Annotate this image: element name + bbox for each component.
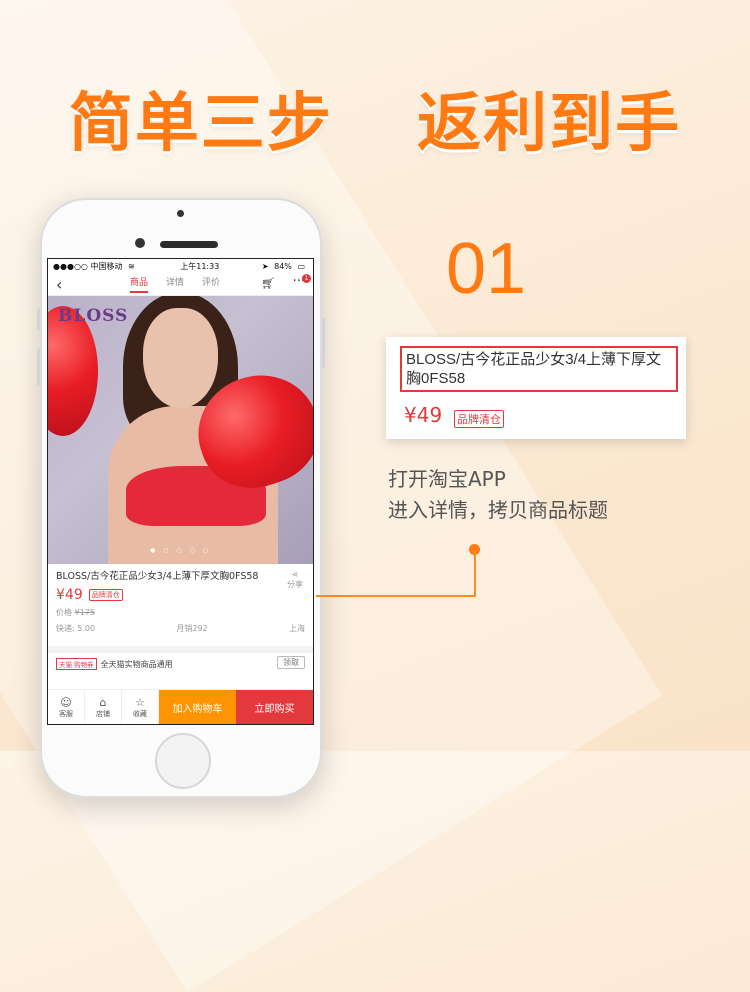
headline-right: 返利到手 xyxy=(417,87,682,161)
tab-reviews[interactable]: 评价 xyxy=(202,275,220,293)
notification-badge: 1 xyxy=(302,274,311,283)
card-clearance-tag: 品牌清仓 xyxy=(454,410,504,428)
model-face xyxy=(143,308,218,408)
product-title[interactable]: BLOSS/古今花正品少女3/4上薄下厚文胸0FS58 xyxy=(56,570,266,583)
store-label: 店铺 xyxy=(96,709,110,718)
back-chevron-icon[interactable]: ‹ xyxy=(56,275,62,294)
carrier-label: ●●●○○ 中国移动 xyxy=(53,261,123,271)
battery-icon: ▭ xyxy=(297,261,305,271)
ship-location: 上海 xyxy=(289,624,305,633)
phone-mockup: ●●●○○ 中国移动 ≋ 上午11:33 ➤ 84% ▭ ‹ 商品 详情 评价 … xyxy=(37,198,325,798)
price-row: ¥49 品牌清仓 xyxy=(56,587,305,603)
volume-up-button xyxy=(37,348,40,386)
monthly-sales: 月销292 xyxy=(176,624,208,633)
favorite-button[interactable]: ☆ 收藏 xyxy=(122,690,159,724)
store-button[interactable]: ⌂ 店铺 xyxy=(85,690,122,724)
image-pager-dots: ● ○ ○ ○ ○ xyxy=(150,547,211,554)
share-button[interactable]: ⋖ 分享 xyxy=(287,570,303,590)
coupon-text: 全天猫实物商品通用 xyxy=(100,659,173,669)
product-info: BLOSS/古今花正品少女3/4上薄下厚文胸0FS58 ⋖ 分享 ¥49 品牌清… xyxy=(48,564,313,640)
section-divider xyxy=(48,646,313,653)
star-icon: ☆ xyxy=(135,695,145,709)
product-navbar: ‹ 商品 详情 评价 🛒︎ ··· 1 xyxy=(48,273,313,296)
product-title-card: BLOSS/古今花正品少女3/4上薄下厚文胸0FS58 ¥49 品牌清仓 xyxy=(386,337,686,439)
chat-icon: ☺ xyxy=(60,695,72,709)
store-icon: ⌂ xyxy=(99,695,107,709)
share-label: 分享 xyxy=(287,580,303,589)
phone-screen: ●●●○○ 中国移动 ≋ 上午11:33 ➤ 84% ▭ ‹ 商品 详情 评价 … xyxy=(47,258,314,725)
connector-line-horizontal xyxy=(316,595,476,597)
original-price: ¥175 xyxy=(74,608,95,617)
original-price-label: 价格 xyxy=(56,608,72,617)
battery-label: 84% xyxy=(274,261,292,271)
coupon-tag: 天猫 购物券 xyxy=(56,658,97,670)
service-label: 客服 xyxy=(59,709,73,718)
location-icon: ➤ xyxy=(261,261,269,271)
product-price: ¥49 xyxy=(56,587,83,603)
claim-coupon-button[interactable]: 领取 xyxy=(277,656,305,669)
product-meta: 快递: 5.00 月销292 上海 xyxy=(56,623,305,634)
mute-switch xyxy=(37,308,40,330)
favorite-label: 收藏 xyxy=(133,709,147,718)
connector-line-vertical xyxy=(474,550,476,596)
service-button[interactable]: ☺ 客服 xyxy=(48,690,85,724)
product-tabs: 商品 详情 评价 xyxy=(130,275,220,293)
step-number: 01 xyxy=(446,229,527,309)
status-time: 上午11:33 xyxy=(180,261,220,271)
add-to-cart-button[interactable]: 加入购物车 xyxy=(159,690,236,724)
clearance-tag: 品牌清仓 xyxy=(88,589,123,601)
tab-details[interactable]: 详情 xyxy=(166,275,184,293)
coupon-row: 天猫 购物券 全天猫实物商品通用 领取 xyxy=(48,653,313,675)
power-button xyxy=(322,318,325,368)
front-camera xyxy=(135,238,145,248)
status-bar: ●●●○○ 中国移动 ≋ 上午11:33 ➤ 84% ▭ xyxy=(48,259,313,273)
headline: 简单三步 返利到手 xyxy=(0,72,750,164)
original-price-row: 价格 ¥175 xyxy=(56,607,305,618)
home-button xyxy=(155,733,211,789)
headline-left: 简单三步 xyxy=(68,87,333,161)
product-photo[interactable]: BLOSS ● ○ ○ ○ ○ xyxy=(48,296,313,564)
step-instructions: 打开淘宝APP 进入详情，拷贝商品标题 xyxy=(388,464,608,526)
card-price: ¥49 xyxy=(404,403,443,427)
brand-logo: BLOSS xyxy=(58,306,129,326)
action-bar: ☺ 客服 ⌂ 店铺 ☆ 收藏 加入购物车 立即购买 xyxy=(48,689,313,724)
instruction-line-2: 进入详情，拷贝商品标题 xyxy=(388,498,608,522)
cart-icon[interactable]: 🛒︎ xyxy=(261,277,275,290)
instruction-line-1: 打开淘宝APP xyxy=(388,467,506,491)
earpiece-speaker xyxy=(160,241,218,248)
highlighted-product-title: BLOSS/古今花正品少女3/4上薄下厚文胸0FS58 xyxy=(400,346,678,392)
tab-product[interactable]: 商品 xyxy=(130,275,149,293)
shipping-fee: 快递: 5.00 xyxy=(56,624,96,633)
wifi-icon: ≋ xyxy=(128,261,135,271)
buy-now-button[interactable]: 立即购买 xyxy=(236,690,313,724)
share-icon: ⋖ xyxy=(291,570,299,579)
sensor-dot xyxy=(177,210,184,217)
